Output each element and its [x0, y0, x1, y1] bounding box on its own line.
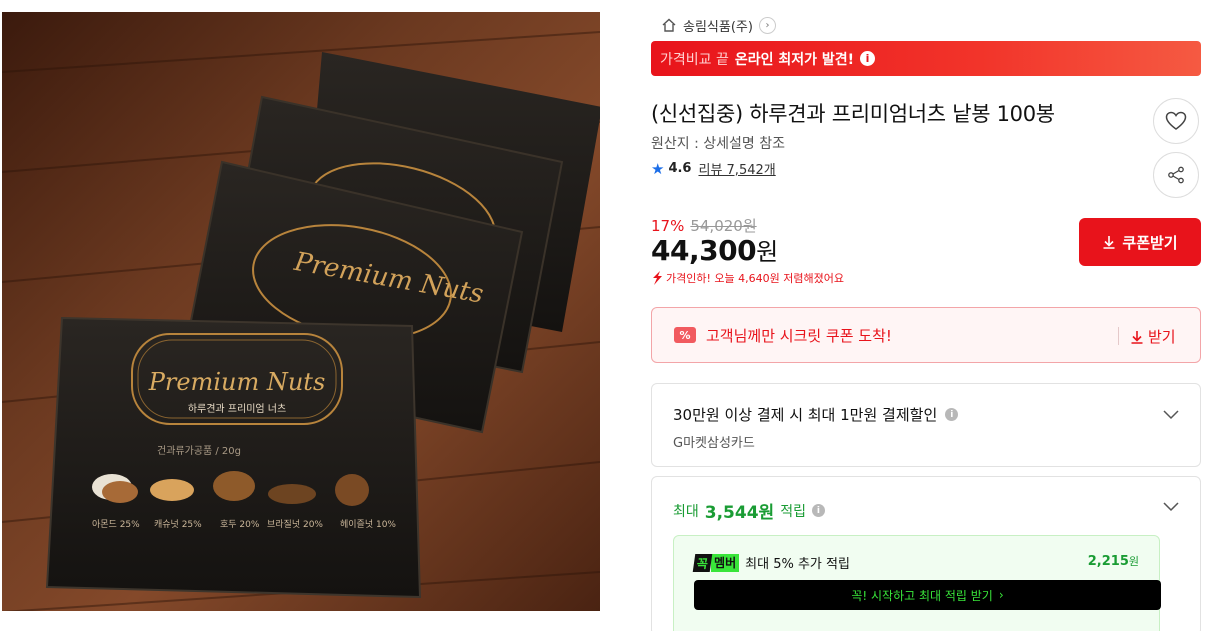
rating-score: 4.6: [668, 161, 692, 176]
product-info-panel: 송림식품(주) › 가격비교 끝 온라인 최저가 발견! i (신선집중) 하루…: [651, 0, 1201, 631]
coupon-tag-icon: %: [674, 327, 696, 343]
member-badge: 꼭 멤버: [692, 553, 740, 572]
seller-name[interactable]: 송림식품(주): [683, 16, 753, 35]
nut-pack-front: Premium Nuts 하루견과 프리미엄 너츠 건과류가공품 / 20g 아…: [45, 316, 422, 599]
points-suffix: 적립: [780, 503, 806, 520]
download-icon: [1103, 236, 1115, 249]
share-button[interactable]: [1153, 152, 1199, 198]
product-image[interactable]: Premium Nuts Premium Nuts 하루견과 프리미엄 너츠 건…: [2, 12, 600, 611]
banner-headline: 온라인 최저가 발견!: [734, 51, 855, 68]
star-icon: ★: [651, 159, 665, 178]
wishlist-button[interactable]: [1153, 98, 1199, 144]
secret-coupon-box[interactable]: % 고객님께만 시크릿 쿠폰 도착! 받기: [651, 307, 1201, 363]
info-icon[interactable]: i: [945, 408, 959, 421]
points-amount: 3,544원: [704, 503, 775, 523]
price-down-icon: [651, 271, 663, 285]
member-signup-button[interactable]: 꼭! 시작하고 최대 적립 받기 ›: [694, 580, 1161, 610]
member-points-text: 최대 5% 추가 적립: [745, 557, 850, 572]
banner-prefix: 가격비교 끝: [660, 51, 729, 68]
chevron-down-icon[interactable]: [1162, 497, 1180, 515]
sale-price-number: 44,300: [651, 234, 757, 267]
member-points-value: 2,215원: [1088, 553, 1139, 569]
sale-price: 44,300원: [651, 232, 778, 267]
member-points-row: 꼭 멤버 최대 5% 추가 적립: [692, 553, 850, 572]
secret-coupon-action: 받기: [1148, 328, 1176, 346]
card-discount-box[interactable]: 30만원 이상 결제 시 최대 1만원 결제할인 i G마켓삼성카드: [651, 383, 1201, 467]
product-title: (신선집중) 하루견과 프리미엄너츠 낱봉 100봉: [651, 102, 1055, 126]
heart-icon: [1165, 111, 1187, 130]
price-drop-note: 가격인하! 오늘 4,640원 저렴해졌어요: [651, 270, 844, 286]
points-prefix: 최대: [673, 503, 699, 520]
seller-link[interactable]: 송림식품(주) ›: [661, 15, 776, 35]
chevron-right-icon[interactable]: ›: [758, 16, 776, 34]
nut-label: 헤이즐넛 10%: [340, 518, 396, 530]
pack-weight: 건과류가공품 / 20g: [157, 445, 241, 457]
member-points-box: 꼭 멤버 최대 5% 추가 적립 2,215원 꼭! 시작하고 최대 적립 받기 …: [673, 535, 1161, 631]
member-badge-part1: 꼭: [692, 553, 713, 572]
chevron-right-icon: ›: [998, 588, 1004, 602]
home-icon: [661, 17, 677, 33]
member-badge-part2: 멤버: [711, 553, 740, 572]
card-name: G마켓삼성카드: [673, 436, 755, 451]
member-points-number: 2,215: [1087, 554, 1129, 569]
nut-label: 아몬드 25%: [92, 519, 140, 530]
price-drop-text: 가격인하! 오늘 4,640원 저렴해졌어요: [666, 272, 844, 285]
pack-name: 하루견과 프리미엄 너츠: [188, 402, 286, 415]
member-signup-label: 꼭! 시작하고 최대 적립 받기: [851, 588, 993, 603]
lowest-price-banner[interactable]: 가격비교 끝 온라인 최저가 발견! i: [651, 41, 1201, 76]
card-discount-title: 30만원 이상 결제 시 최대 1만원 결제할인: [673, 406, 938, 424]
nut-label: 호두 20%: [220, 519, 260, 530]
download-icon: [1131, 330, 1143, 344]
chevron-down-icon[interactable]: [1162, 405, 1180, 423]
info-icon[interactable]: i: [811, 504, 825, 517]
share-icon: [1168, 166, 1184, 184]
nut-label: 캐슈넛 25%: [154, 519, 202, 530]
divider: [1118, 327, 1119, 345]
secret-coupon-get-button[interactable]: 받기: [1130, 326, 1176, 347]
secret-coupon-text: 고객님께만 시크릿 쿠폰 도착!: [706, 326, 892, 345]
nut-label: 브라질넛 20%: [267, 518, 323, 530]
review-link[interactable]: 리뷰 7,542개: [698, 159, 775, 178]
points-title-row: 최대 3,544원 적립 i: [673, 498, 825, 523]
card-discount-title-row: 30만원 이상 결제 시 최대 1만원 결제할인 i: [673, 404, 959, 425]
pack-brand: Premium Nuts: [148, 368, 326, 396]
member-points-unit: 원: [1128, 555, 1139, 568]
coupon-button[interactable]: 쿠폰받기: [1079, 218, 1201, 266]
product-origin: 원산지 : 상세설명 참조: [651, 136, 785, 152]
info-icon[interactable]: i: [860, 51, 876, 66]
points-box[interactable]: 최대 3,544원 적립 i 꼭 멤버 최대 5% 추가 적립 2,215원 꼭!…: [651, 476, 1201, 631]
coupon-button-label: 쿠폰받기: [1122, 233, 1178, 252]
rating-row: ★ 4.6 리뷰 7,542개: [651, 159, 776, 179]
sale-price-unit: 원: [756, 238, 778, 266]
